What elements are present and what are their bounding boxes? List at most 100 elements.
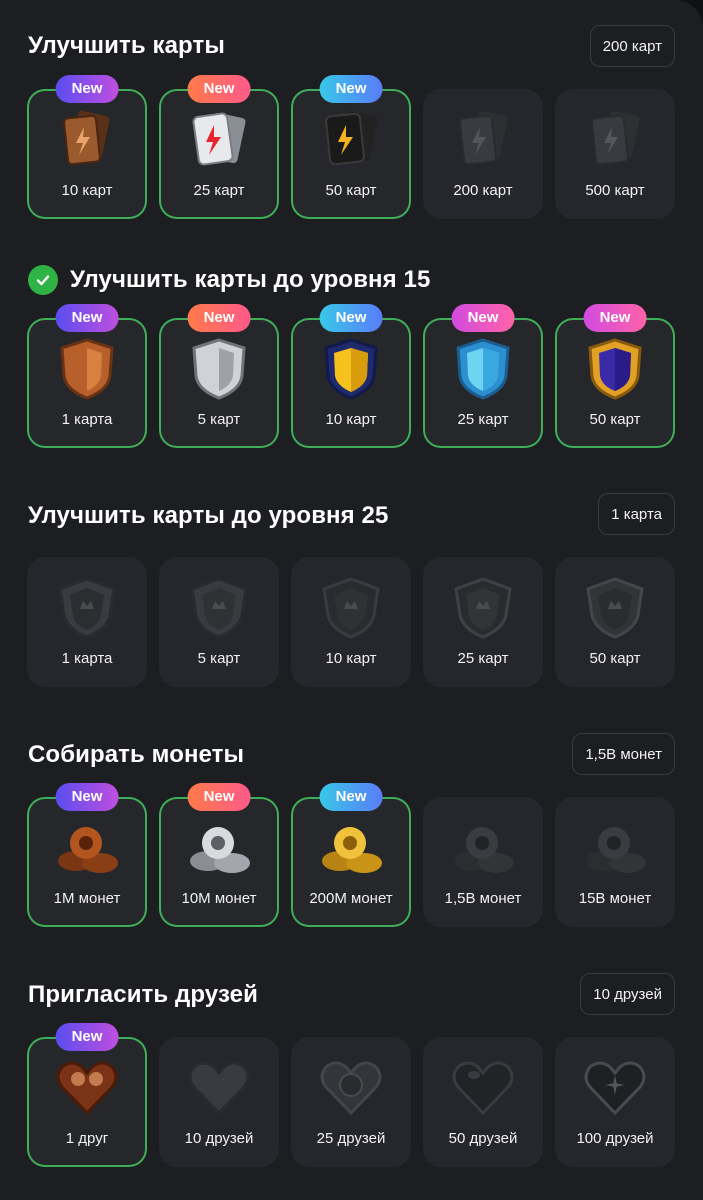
new-badge: New xyxy=(187,304,251,332)
tile-label: 1 карта xyxy=(61,650,113,667)
new-badge: New xyxy=(319,783,383,811)
locked-coins-icon xyxy=(454,827,514,873)
achievement-tile[interactable]: New 10 карт xyxy=(27,75,147,219)
progress-pill[interactable]: 10 друзей xyxy=(580,973,675,1015)
tile-label: 200M монет xyxy=(309,890,393,907)
new-badge: New xyxy=(187,75,251,103)
gold-cards-icon xyxy=(325,110,378,166)
tile-label: 1 карта xyxy=(61,411,113,428)
achievement-tile[interactable]: 50 друзей xyxy=(423,1037,543,1167)
bronze-heart-icon xyxy=(56,1061,118,1116)
locked-cards-icon xyxy=(459,111,508,166)
section-title: Улучшить карты до уровня 25 xyxy=(28,502,389,529)
achievement-tile[interactable]: 25 карт xyxy=(423,557,543,687)
new-badge: New xyxy=(319,75,383,103)
achievement-tile[interactable]: 1 карта xyxy=(27,557,147,687)
tile-label: 500 карт xyxy=(585,182,645,199)
achievement-tile[interactable]: New 10 карт xyxy=(291,304,411,448)
tile-label: 25 карт xyxy=(193,182,245,199)
tile-label: 10 друзей xyxy=(184,1130,254,1147)
achievement-tile[interactable]: 500 карт xyxy=(555,89,675,219)
tile-label: 200 карт xyxy=(453,182,513,199)
section-title: Пригласить друзей xyxy=(28,981,258,1008)
bronze-cards-icon xyxy=(63,110,110,166)
tile-label: 25 друзей xyxy=(316,1130,386,1147)
achievement-tile[interactable]: 100 друзей xyxy=(555,1037,675,1167)
achievement-tile[interactable]: 15B монет xyxy=(555,797,675,927)
locked-heart-icon xyxy=(320,1061,382,1116)
progress-pill[interactable]: 200 карт xyxy=(589,25,675,67)
tile-label: 50 карт xyxy=(325,182,377,199)
achievement-tile[interactable]: 25 друзей xyxy=(291,1037,411,1167)
new-badge: New xyxy=(55,783,119,811)
locked-shield-icon xyxy=(586,577,644,639)
tiles-row: New 1 друг 10 друзей 25 друзей 50 друзей… xyxy=(27,1023,675,1167)
bronze-shield-icon xyxy=(60,338,114,400)
sapphire-shield-icon xyxy=(588,338,642,400)
achievement-tile[interactable]: New 50 карт xyxy=(291,75,411,219)
tile-label: 25 карт xyxy=(457,650,509,667)
new-badge: New xyxy=(187,783,251,811)
achievement-tile[interactable]: New 1 друг xyxy=(27,1023,147,1167)
gold-shield-icon xyxy=(324,338,378,400)
new-badge: New xyxy=(55,1023,119,1051)
tile-label: 10M монет xyxy=(181,890,257,907)
progress-pill[interactable]: 1,5B монет xyxy=(572,733,675,775)
silver-coins-icon xyxy=(190,827,250,873)
achievement-tile[interactable]: New 50 карт xyxy=(555,304,675,448)
achievement-tile[interactable]: New 200M монет xyxy=(291,783,411,927)
bronze-coins-icon xyxy=(58,827,118,873)
locked-shield-icon xyxy=(454,577,512,639)
diamond-shield-icon xyxy=(456,338,510,400)
check-icon xyxy=(28,265,58,295)
tile-label: 1 друг xyxy=(65,1130,109,1147)
tile-label: 10 карт xyxy=(61,182,113,199)
achievement-tile[interactable]: 10 карт xyxy=(291,557,411,687)
locked-shield-icon xyxy=(190,577,248,639)
tile-label: 50 карт xyxy=(589,411,641,428)
section-title: Собирать монеты xyxy=(28,741,245,768)
locked-cards-icon xyxy=(591,111,640,166)
silver-shield-icon xyxy=(192,338,246,400)
tiles-row: New 1 карта New 5 карт New 10 карт New 2… xyxy=(27,304,675,448)
tile-label: 50 друзей xyxy=(448,1130,518,1147)
achievement-tile[interactable]: New 5 карт xyxy=(159,304,279,448)
tiles-row: 1 карта 5 карт 10 карт 25 карт 50 карт xyxy=(27,557,675,687)
new-badge: New xyxy=(319,304,383,332)
achievement-tile[interactable]: New 1M монет xyxy=(27,783,147,927)
achievement-tile[interactable]: 50 карт xyxy=(555,557,675,687)
silver-cards-icon xyxy=(192,112,246,166)
progress-pill[interactable]: 1 карта xyxy=(598,493,675,535)
achievement-tile[interactable]: 5 карт xyxy=(159,557,279,687)
tiles-row: New 1M монет New 10M монет New 200M моне… xyxy=(27,783,675,927)
new-badge: New xyxy=(55,304,119,332)
achievement-tile[interactable]: 1,5B монет xyxy=(423,797,543,927)
locked-coins-icon xyxy=(586,827,646,873)
tile-label: 1,5B монет xyxy=(444,890,522,907)
achievement-tile[interactable]: New 25 карт xyxy=(159,75,279,219)
tile-label: 25 карт xyxy=(457,411,509,428)
locked-shield-icon xyxy=(322,577,380,639)
tile-label: 100 друзей xyxy=(576,1130,654,1147)
tile-label: 10 карт xyxy=(325,650,377,667)
locked-heart-icon xyxy=(452,1061,514,1116)
section-title: Улучшить карты xyxy=(28,32,225,59)
tile-label: 1M монет xyxy=(53,890,121,907)
locked-heart-icon xyxy=(188,1061,250,1116)
achievement-tile[interactable]: New 25 карт xyxy=(423,304,543,448)
gold-coins-icon xyxy=(322,827,382,873)
tile-label: 10 карт xyxy=(325,411,377,428)
locked-heart-icon xyxy=(584,1061,646,1116)
achievement-tile[interactable]: New 1 карта xyxy=(27,304,147,448)
new-badge: New xyxy=(583,304,647,332)
achievement-tile[interactable]: New 10M монет xyxy=(159,783,279,927)
tile-label: 50 карт xyxy=(589,650,641,667)
new-badge: New xyxy=(55,75,119,103)
achievement-tile[interactable]: 10 друзей xyxy=(159,1037,279,1167)
tile-label: 5 карт xyxy=(197,411,241,428)
tiles-row: New 10 карт New 25 карт New 50 карт 200 … xyxy=(27,75,675,219)
achievement-tile[interactable]: 200 карт xyxy=(423,89,543,219)
new-badge: New xyxy=(451,304,515,332)
tile-label: 15B монет xyxy=(578,890,652,907)
achievements-panel: Улучшить карты 200 карт New 10 карт New xyxy=(0,0,703,1200)
